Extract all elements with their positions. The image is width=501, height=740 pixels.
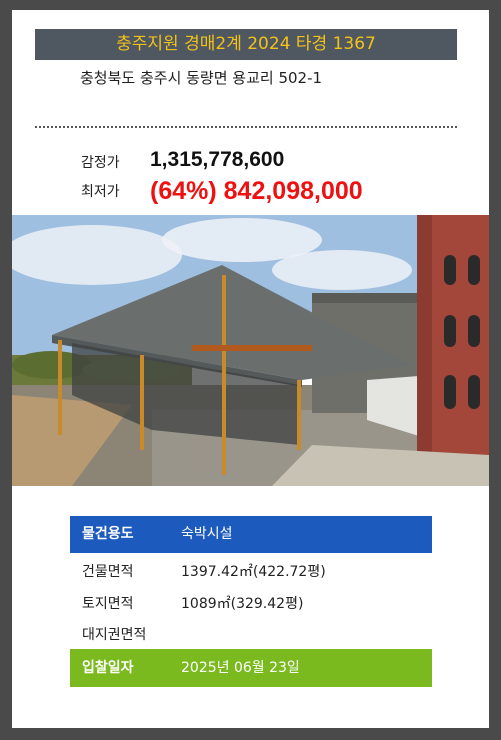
appraisal-value: 1,315,778,600 xyxy=(150,148,285,171)
property-use-value: 숙박시설 xyxy=(181,526,233,542)
building-area-value: 1397.42㎡(422.72평) xyxy=(181,564,326,580)
property-address: 충청북도 충주시 동량면 용교리 502-1 xyxy=(80,69,323,87)
building-area-row: 건물면적 1397.42㎡(422.72평) xyxy=(70,556,432,588)
case-title: 충주지원 경매2계 2024 타경 1367 xyxy=(35,29,457,60)
property-photo[interactable] xyxy=(12,215,489,486)
property-use-row: 물건용도 숙박시설 xyxy=(70,516,432,553)
bid-date-label: 입찰일자 xyxy=(82,660,134,676)
land-right-label: 대지권면적 xyxy=(82,627,147,643)
bid-date-row: 입찰일자 2025년 06월 23일 xyxy=(70,649,432,687)
land-area-row: 토지면적 1089㎡(329.42평) xyxy=(70,588,432,620)
bid-date-value: 2025년 06월 23일 xyxy=(181,660,300,676)
minimum-price-value: (64%) 842,098,000 xyxy=(150,177,363,205)
land-area-label: 토지면적 xyxy=(82,596,134,612)
land-area-value: 1089㎡(329.42평) xyxy=(181,596,304,612)
land-right-row: 대지권면적 xyxy=(70,620,432,650)
building-area-label: 건물면적 xyxy=(82,564,134,580)
property-use-label: 물건용도 xyxy=(82,526,134,542)
appraisal-label: 감정가 xyxy=(81,155,120,171)
minimum-price-label: 최저가 xyxy=(81,184,120,200)
dotted-divider xyxy=(35,126,457,128)
listing-card: 충주지원 경매2계 2024 타경 1367 충청북도 충주시 동량면 용교리 … xyxy=(12,10,489,728)
